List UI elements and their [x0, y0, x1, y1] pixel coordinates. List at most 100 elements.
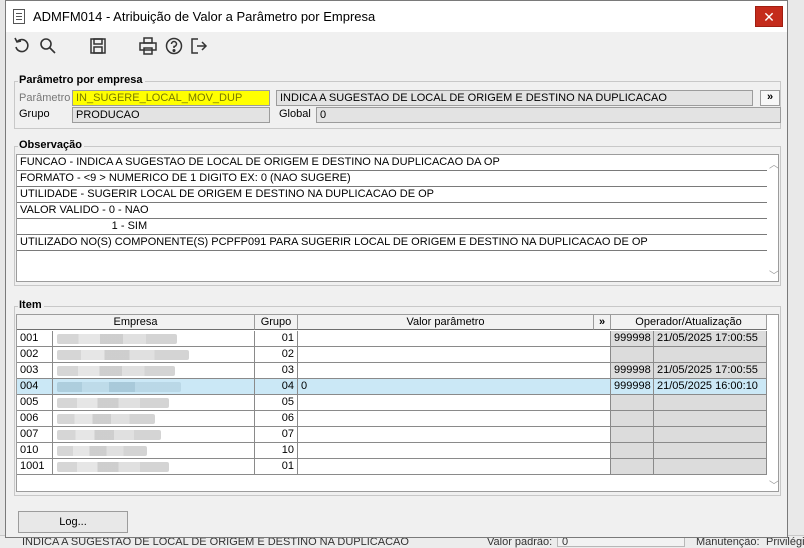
column-header-valor[interactable]: Valor parâmetro [298, 315, 594, 330]
document-icon [13, 9, 25, 24]
exit-icon[interactable] [189, 36, 209, 56]
grupo-field: PRODUCAO [72, 107, 270, 123]
help-icon[interactable] [164, 36, 184, 56]
empresa-code-cell: 003 [17, 363, 53, 379]
valor-cell[interactable] [298, 331, 611, 347]
grupo-cell: 03 [255, 363, 298, 379]
empresa-name-cell [53, 443, 255, 459]
atualizacao-cell: 21/05/2025 16:00:10 [654, 379, 767, 395]
redacted-empresa-name [57, 430, 161, 440]
scroll-down-icon[interactable]: ﹀ [769, 267, 779, 282]
grupo-cell: 01 [255, 459, 298, 475]
dialog-window: ADMFM014 - Atribuição de Valor a Parâmet… [5, 0, 788, 538]
table-row[interactable]: 007 07 [17, 427, 767, 443]
empresa-name-cell [53, 363, 255, 379]
operador-cell [611, 347, 654, 363]
grupo-label: Grupo [19, 108, 50, 120]
toolbar [6, 32, 787, 61]
atualizacao-cell: 21/05/2025 17:00:55 [654, 331, 767, 347]
column-header-empresa[interactable]: Empresa [17, 315, 255, 330]
empresa-name-cell [53, 347, 255, 363]
empresa-code-cell: 004 [17, 379, 53, 395]
table-row[interactable]: 006 06 [17, 411, 767, 427]
column-expand-button[interactable]: » [594, 315, 611, 330]
operador-cell: 999998 [611, 331, 654, 347]
empresa-name-cell [53, 411, 255, 427]
operador-cell [611, 427, 654, 443]
table-row[interactable]: 005 05 [17, 395, 767, 411]
atualizacao-cell: 21/05/2025 17:00:55 [654, 363, 767, 379]
column-header-grupo[interactable]: Grupo [255, 315, 298, 330]
undo-icon[interactable] [12, 36, 32, 56]
empresa-code-cell: 007 [17, 427, 53, 443]
empresa-code-cell: 005 [17, 395, 53, 411]
operador-cell [611, 459, 654, 475]
parametro-field[interactable]: IN_SUGERE_LOCAL_MOV_DUP [72, 90, 270, 106]
empresa-code-cell: 002 [17, 347, 53, 363]
redacted-empresa-name [57, 446, 147, 456]
table-row[interactable]: 004 04 0 999998 21/05/2025 16:00:10 [17, 379, 767, 395]
table-row[interactable]: 001 01 999998 21/05/2025 17:00:55 [17, 331, 767, 347]
empresa-code-cell: 010 [17, 443, 53, 459]
empresa-name-cell [53, 379, 255, 395]
operador-cell: 999998 [611, 379, 654, 395]
observacao-line: VALOR VALIDO - 0 - NAO [17, 203, 767, 219]
valor-cell[interactable] [298, 347, 611, 363]
close-button[interactable]: ✕ [755, 6, 783, 27]
redacted-empresa-name [57, 334, 177, 344]
table-row[interactable]: 003 03 999998 21/05/2025 17:00:55 [17, 363, 767, 379]
operador-cell [611, 443, 654, 459]
table-row[interactable]: 1001 01 [17, 459, 767, 475]
grupo-cell: 01 [255, 331, 298, 347]
empresa-code-cell: 001 [17, 331, 53, 347]
search-icon[interactable] [38, 36, 58, 56]
atualizacao-cell [654, 443, 767, 459]
valor-cell[interactable] [298, 443, 611, 459]
print-icon[interactable] [138, 36, 158, 56]
redacted-empresa-name [57, 462, 169, 472]
title-bar[interactable]: ADMFM014 - Atribuição de Valor a Parâmet… [6, 1, 787, 32]
empresa-code-cell: 1001 [17, 459, 53, 475]
global-label: Global [279, 108, 311, 120]
param-section-title: Parâmetro por empresa [18, 74, 145, 86]
column-header-operador[interactable]: Operador/Atualização [611, 315, 767, 330]
log-button[interactable]: Log... [18, 511, 128, 533]
empresa-name-cell [53, 395, 255, 411]
grupo-cell: 04 [255, 379, 298, 395]
valor-cell[interactable] [298, 395, 611, 411]
atualizacao-cell [654, 411, 767, 427]
redacted-empresa-name [57, 350, 189, 360]
observacao-line: FUNCAO - INDICA A SUGESTAO DE LOCAL DE O… [17, 155, 767, 171]
global-field: 0 [316, 107, 781, 123]
grupo-cell: 10 [255, 443, 298, 459]
observacao-text-area[interactable]: FUNCAO - INDICA A SUGESTAO DE LOCAL DE O… [16, 154, 779, 282]
operador-cell: 999998 [611, 363, 654, 379]
save-icon[interactable] [88, 36, 108, 56]
table-row[interactable]: 002 02 [17, 347, 767, 363]
scroll-down-icon[interactable]: ﹀ [769, 477, 779, 492]
valor-cell[interactable]: 0 [298, 379, 611, 395]
empresa-name-cell [53, 427, 255, 443]
valor-cell[interactable] [298, 363, 611, 379]
valor-cell[interactable] [298, 459, 611, 475]
observacao-line: FORMATO - <9 > NUMERICO DE 1 DIGITO EX: … [17, 171, 767, 187]
window-title: ADMFM014 - Atribuição de Valor a Parâmet… [33, 9, 376, 24]
valor-cell[interactable] [298, 427, 611, 443]
valor-cell[interactable] [298, 411, 611, 427]
grupo-cell: 05 [255, 395, 298, 411]
empresa-name-cell [53, 331, 255, 347]
redacted-empresa-name [57, 398, 169, 408]
operador-cell [611, 411, 654, 427]
atualizacao-cell [654, 427, 767, 443]
redacted-empresa-name [57, 382, 181, 392]
table-row[interactable]: 010 10 [17, 443, 767, 459]
parametro-expand-button[interactable]: » [760, 90, 780, 106]
observacao-line: 1 - SIM [17, 219, 767, 235]
parametro-description: INDICA A SUGESTAO DE LOCAL DE ORIGEM E D… [276, 90, 753, 106]
operador-cell [611, 395, 654, 411]
observacao-section-title: Observação [18, 139, 84, 151]
scroll-up-icon[interactable]: ︿ [769, 156, 779, 171]
empresa-name-cell [53, 459, 255, 475]
grupo-cell: 02 [255, 347, 298, 363]
parametro-label: Parâmetro [19, 92, 71, 104]
